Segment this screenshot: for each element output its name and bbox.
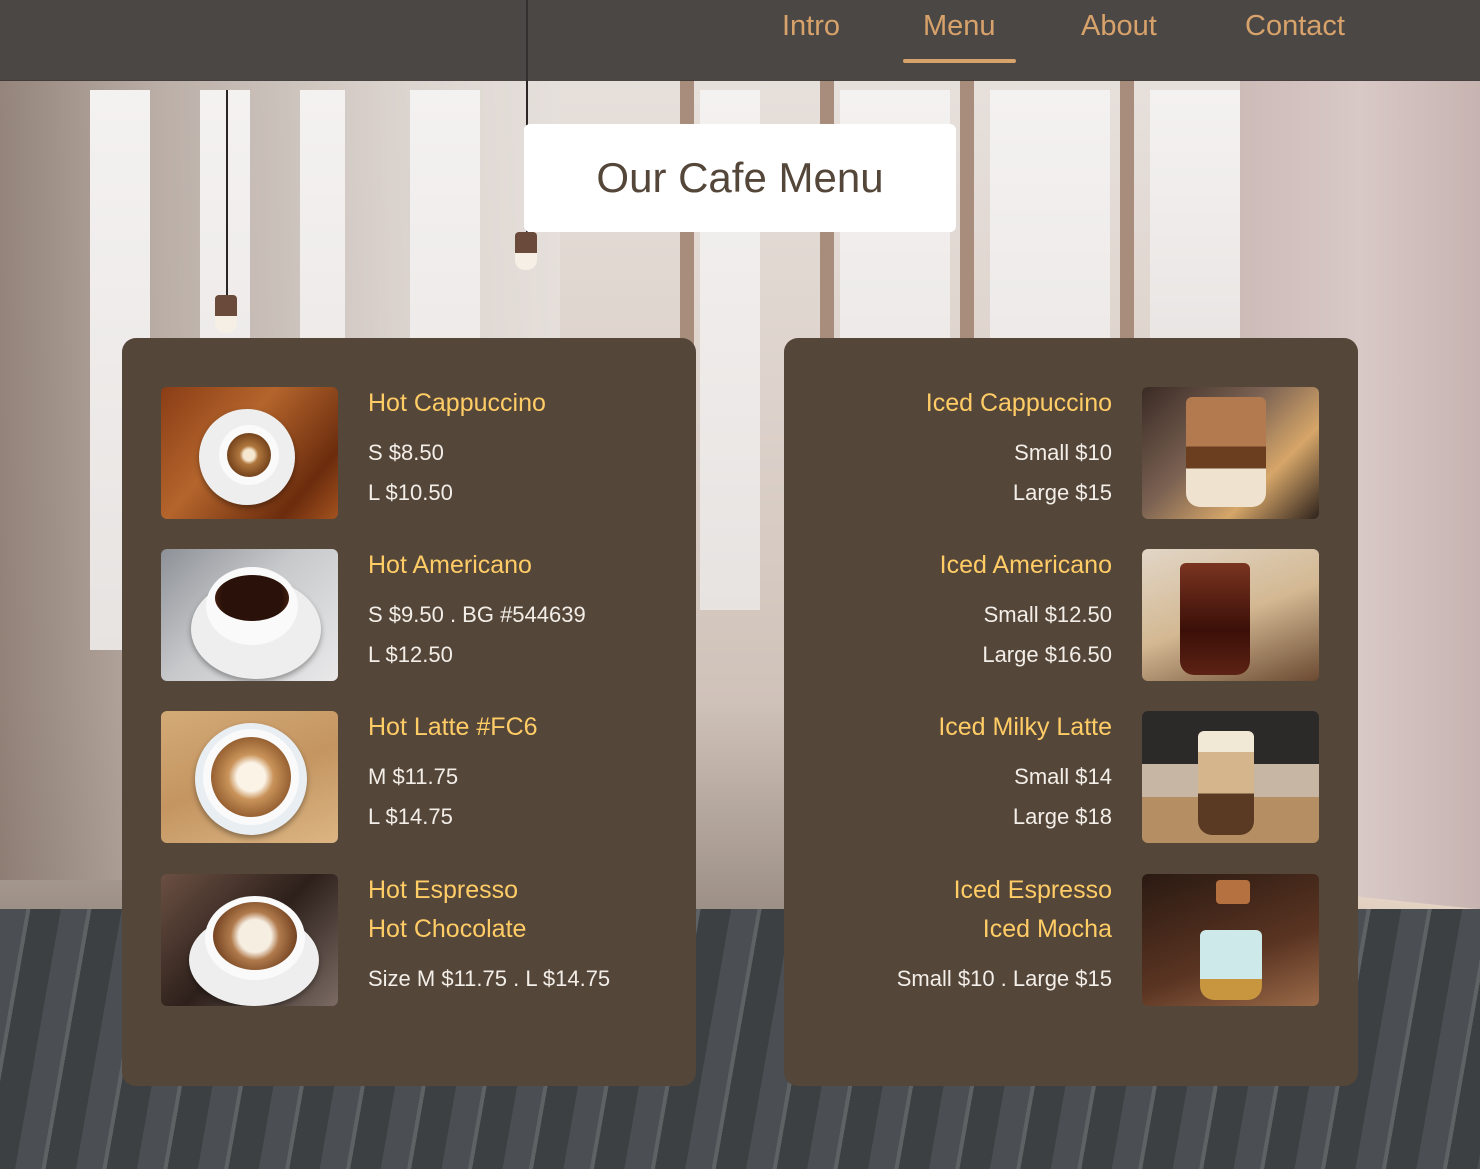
item-price: Small $10 (1014, 440, 1112, 465)
menu-item-hot-americano: Hot Americano S $9.50 . BG #544639 L $12… (122, 549, 696, 682)
item-name: Iced Milky Latte (938, 713, 1112, 741)
item-name: Hot Chocolate (368, 915, 527, 943)
hot-drinks-panel: Hot Cappuccino S $8.50 L $10.50 Hot Amer… (122, 338, 696, 1086)
black-coffee-cup-icon (161, 549, 338, 681)
cappuccino-cup-on-wood-icon (161, 387, 338, 519)
item-price: Small $14 (1014, 764, 1112, 789)
item-price: Size M $11.75 . L $14.75 (368, 966, 611, 991)
item-name: Hot Cappuccino (368, 389, 546, 417)
item-price: L $10.50 (368, 480, 453, 505)
menu-item-iced-cappuccino: Iced Cappuccino Small $10 Large $15 (784, 387, 1358, 520)
iced-latte-caramel-glass-icon (1142, 711, 1319, 843)
iced-cappuccino-glass-icon (1142, 387, 1319, 519)
nav-about-link[interactable]: About (1081, 10, 1157, 43)
item-price: S $8.50 (368, 440, 444, 465)
menu-item-iced-espresso-mocha: Iced Espresso Iced Mocha Small $10 . Lar… (784, 874, 1358, 1007)
item-name: Hot Americano (368, 551, 532, 579)
item-name: Iced Americano (939, 551, 1112, 579)
item-name: Hot Latte #FC6 (368, 713, 538, 741)
item-price: L $12.50 (368, 642, 453, 667)
menu-item-hot-cappuccino: Hot Cappuccino S $8.50 L $10.50 (122, 387, 696, 520)
item-price: S $9.50 . BG #544639 (368, 602, 586, 627)
nav-contact-link[interactable]: Contact (1245, 10, 1345, 43)
latte-art-cup-icon (161, 711, 338, 843)
iced-americano-glass-icon (1142, 549, 1319, 681)
item-name: Iced Mocha (982, 915, 1112, 943)
item-price: M $11.75 (368, 764, 459, 789)
item-name: Hot Espresso (368, 876, 519, 904)
item-name: Iced Cappuccino (925, 389, 1112, 417)
menu-item-hot-espresso-chocolate: Hot Espresso Hot Chocolate Size M $11.75… (122, 874, 696, 1007)
menu-item-hot-latte: Hot Latte #FC6 M $11.75 L $14.75 (122, 711, 696, 844)
menu-item-iced-milky-latte: Iced Milky Latte Small $14 Large $18 (784, 711, 1358, 844)
top-nav-bar: Intro Menu About Contact (0, 0, 1480, 81)
latte-art-saucer-icon (161, 874, 338, 1006)
menu-item-iced-americano: Iced Americano Small $12.50 Large $16.50 (784, 549, 1358, 682)
item-name: Iced Espresso (953, 876, 1112, 904)
page-title: Our Cafe Menu (596, 154, 884, 201)
item-price: Large $16.50 (982, 642, 1112, 667)
item-price: L $14.75 (368, 804, 453, 829)
page-title-card: Our Cafe Menu (524, 124, 956, 232)
item-price: Large $18 (1012, 804, 1112, 829)
nav-intro-link[interactable]: Intro (782, 10, 840, 43)
item-price: Small $12.50 (983, 602, 1112, 627)
item-price: Small $10 . Large $15 (896, 966, 1112, 991)
nav-menu-link[interactable]: Menu (903, 10, 1015, 63)
item-price: Large $15 (1012, 480, 1112, 505)
pouring-espresso-glass-icon (1142, 874, 1319, 1006)
iced-drinks-panel: Iced Cappuccino Small $10 Large $15 Iced… (784, 338, 1358, 1086)
